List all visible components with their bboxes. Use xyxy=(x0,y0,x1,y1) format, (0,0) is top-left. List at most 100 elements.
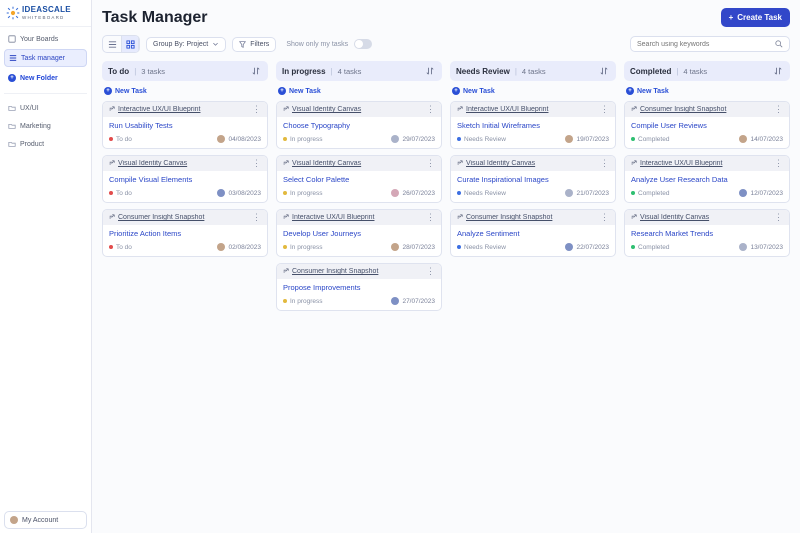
sidebar-item-task-manager[interactable]: Task manager xyxy=(4,49,87,67)
new-task-button[interactable]: +New Task xyxy=(102,87,268,95)
card-menu-icon[interactable]: ⋮ xyxy=(251,213,262,222)
card-menu-icon[interactable]: ⋮ xyxy=(425,267,436,276)
card-menu-icon[interactable]: ⋮ xyxy=(425,213,436,222)
assignee-avatar[interactable] xyxy=(391,297,399,305)
assignee-avatar[interactable] xyxy=(391,135,399,143)
new-task-label: New Task xyxy=(637,88,669,95)
task-card[interactable]: Interactive UX/UI Blueprint⋮ Sketch Initi… xyxy=(450,101,616,149)
new-task-button[interactable]: +New Task xyxy=(276,87,442,95)
assignee-avatar[interactable] xyxy=(739,189,747,197)
task-card[interactable]: Interactive UX/UI Blueprint⋮ Run Usabilit… xyxy=(102,101,268,149)
card-project-link[interactable]: Visual Identity Canvas xyxy=(466,160,596,167)
card-menu-icon[interactable]: ⋮ xyxy=(425,159,436,168)
task-card[interactable]: Visual Identity Canvas⋮ Compile Visual El… xyxy=(102,155,268,203)
assignee-avatar[interactable] xyxy=(565,135,573,143)
assignee-avatar[interactable] xyxy=(217,135,225,143)
assignee-avatar[interactable] xyxy=(217,189,225,197)
assignee-avatar[interactable] xyxy=(739,243,747,251)
search-input[interactable] xyxy=(637,41,771,48)
card-menu-icon[interactable]: ⋮ xyxy=(773,213,784,222)
card-menu-icon[interactable]: ⋮ xyxy=(251,159,262,168)
sidebar-item-your-boards[interactable]: Your Boards xyxy=(4,31,87,47)
card-date: 14/07/2023 xyxy=(750,136,783,143)
sort-icon[interactable] xyxy=(598,65,610,77)
external-link-icon xyxy=(108,106,115,113)
sidebar-folder-product[interactable]: Product xyxy=(4,136,87,152)
card-project-link[interactable]: Consumer Insight Snapshot xyxy=(118,214,248,221)
card-date: 13/07/2023 xyxy=(750,244,783,251)
task-card[interactable]: Visual Identity Canvas⋮ Curate Inspiratio… xyxy=(450,155,616,203)
card-menu-icon[interactable]: ⋮ xyxy=(599,105,610,114)
card-header: Visual Identity Canvas⋮ xyxy=(451,156,615,171)
card-title[interactable]: Sketch Initial Wireframes xyxy=(457,121,609,130)
column: Completed|4 tasks+New TaskConsumer Insig… xyxy=(624,61,790,523)
sort-icon[interactable] xyxy=(772,65,784,77)
task-card[interactable]: Consumer Insight Snapshot⋮ Analyze Sentim… xyxy=(450,209,616,257)
card-project-link[interactable]: Consumer Insight Snapshot xyxy=(292,268,422,275)
card-title[interactable]: Propose Improvements xyxy=(283,283,435,292)
new-task-button[interactable]: +New Task xyxy=(450,87,616,95)
card-title[interactable]: Select Color Palette xyxy=(283,175,435,184)
card-menu-icon[interactable]: ⋮ xyxy=(251,105,262,114)
card-project-link[interactable]: Visual Identity Canvas xyxy=(640,214,770,221)
sort-icon[interactable] xyxy=(424,65,436,77)
card-menu-icon[interactable]: ⋮ xyxy=(599,159,610,168)
task-card[interactable]: Visual Identity Canvas⋮ Research Market T… xyxy=(624,209,790,257)
card-menu-icon[interactable]: ⋮ xyxy=(425,105,436,114)
card-title[interactable]: Compile Visual Elements xyxy=(109,175,261,184)
view-board-button[interactable] xyxy=(121,36,139,52)
task-card[interactable]: Interactive UX/UI Blueprint⋮ Analyze User… xyxy=(624,155,790,203)
card-title[interactable]: Research Market Trends xyxy=(631,229,783,238)
show-only-toggle[interactable] xyxy=(354,39,372,49)
card-menu-icon[interactable]: ⋮ xyxy=(599,213,610,222)
new-task-button[interactable]: +New Task xyxy=(624,87,790,95)
card-status: Needs Review xyxy=(457,136,506,143)
task-card[interactable]: Visual Identity Canvas⋮ Select Color Pale… xyxy=(276,155,442,203)
card-project-link[interactable]: Interactive UX/UI Blueprint xyxy=(466,106,596,113)
view-list-button[interactable] xyxy=(103,36,121,52)
card-project-link[interactable]: Visual Identity Canvas xyxy=(118,160,248,167)
external-link-icon xyxy=(630,160,637,167)
new-folder-button[interactable]: + New Folder xyxy=(4,69,87,87)
card-project-link[interactable]: Interactive UX/UI Blueprint xyxy=(118,106,248,113)
assignee-avatar[interactable] xyxy=(391,243,399,251)
search-box[interactable] xyxy=(630,36,790,52)
assignee-avatar[interactable] xyxy=(565,189,573,197)
card-title[interactable]: Prioritize Action Items xyxy=(109,229,261,238)
my-account-button[interactable]: My Account xyxy=(4,511,87,529)
card-title[interactable]: Choose Typography xyxy=(283,121,435,130)
task-card[interactable]: Interactive UX/UI Blueprint⋮ Develop User… xyxy=(276,209,442,257)
sidebar-folder-uxui[interactable]: UX/UI xyxy=(4,100,87,116)
card-project-link[interactable]: Visual Identity Canvas xyxy=(292,160,422,167)
task-card[interactable]: Consumer Insight Snapshot⋮ Compile User R… xyxy=(624,101,790,149)
card-menu-icon[interactable]: ⋮ xyxy=(773,159,784,168)
assignee-avatar[interactable] xyxy=(217,243,225,251)
card-menu-icon[interactable]: ⋮ xyxy=(773,105,784,114)
card-project-link[interactable]: Consumer Insight Snapshot xyxy=(640,106,770,113)
plus-circle-icon: + xyxy=(626,87,634,95)
assignee-avatar[interactable] xyxy=(391,189,399,197)
create-task-button[interactable]: + Create Task xyxy=(721,8,790,27)
filters-button[interactable]: Filters xyxy=(232,37,276,52)
column-count: 4 tasks xyxy=(338,67,362,76)
task-card[interactable]: Consumer Insight Snapshot⋮ Prioritize Act… xyxy=(102,209,268,257)
sort-icon[interactable] xyxy=(250,65,262,77)
group-by-select[interactable]: Group By: Project xyxy=(146,37,226,52)
task-card[interactable]: Consumer Insight Snapshot⋮ Propose Improv… xyxy=(276,263,442,311)
card-title[interactable]: Run Usability Tests xyxy=(109,121,261,130)
sidebar-folder-marketing[interactable]: Marketing xyxy=(4,118,87,134)
card-project-link[interactable]: Consumer Insight Snapshot xyxy=(466,214,596,221)
assignee-avatar[interactable] xyxy=(739,135,747,143)
card-title[interactable]: Develop User Journeys xyxy=(283,229,435,238)
task-card[interactable]: Visual Identity Canvas⋮ Choose Typography… xyxy=(276,101,442,149)
card-project-link[interactable]: Visual Identity Canvas xyxy=(292,106,422,113)
card-project-link[interactable]: Interactive UX/UI Blueprint xyxy=(640,160,770,167)
card-title[interactable]: Compile User Reviews xyxy=(631,121,783,130)
brand-logo[interactable]: IDEASCALE WHITEBOARD xyxy=(0,0,91,27)
card-project-link[interactable]: Interactive UX/UI Blueprint xyxy=(292,214,422,221)
card-title[interactable]: Analyze User Research Data xyxy=(631,175,783,184)
card-title[interactable]: Curate Inspirational Images xyxy=(457,175,609,184)
card-title[interactable]: Analyze Sentiment xyxy=(457,229,609,238)
status-label: To do xyxy=(116,244,132,251)
assignee-avatar[interactable] xyxy=(565,243,573,251)
